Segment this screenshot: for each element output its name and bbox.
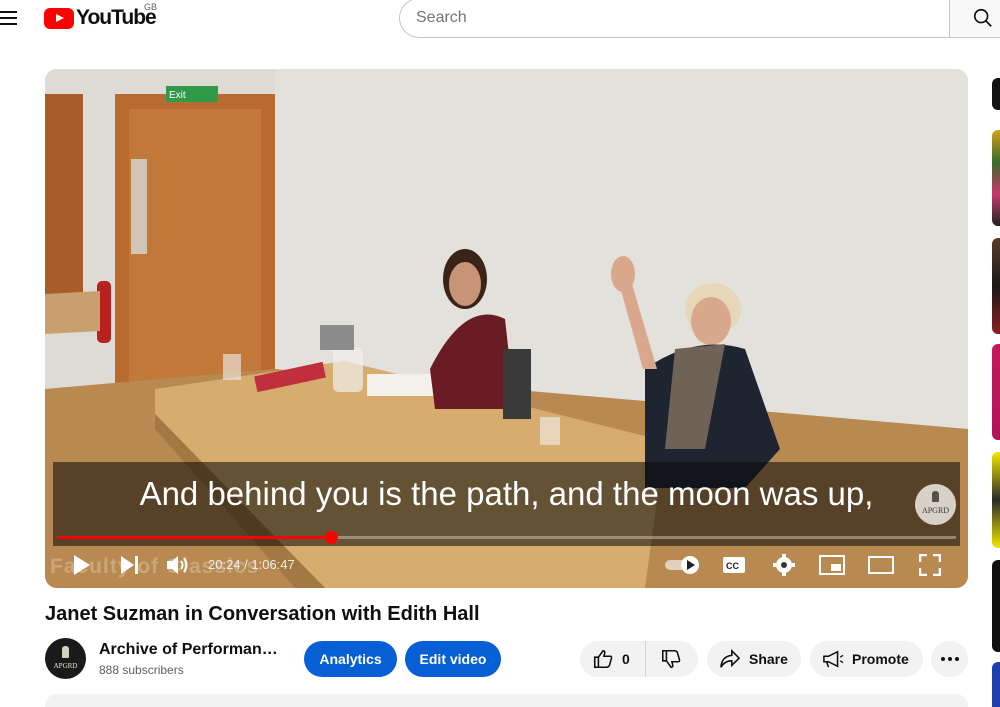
dislike-button[interactable] bbox=[646, 641, 696, 677]
recommendation-thumbnail[interactable] bbox=[992, 344, 1000, 440]
svg-text:Exit: Exit bbox=[169, 90, 186, 101]
progress-bar[interactable] bbox=[57, 531, 956, 544]
description-box[interactable] bbox=[45, 694, 968, 707]
volume-icon bbox=[167, 556, 188, 574]
youtube-logo-icon bbox=[44, 7, 74, 29]
fullscreen-icon bbox=[919, 554, 941, 576]
video-player[interactable]: Exit And behind you is the path, and the… bbox=[45, 69, 968, 588]
search-input[interactable] bbox=[399, 0, 950, 38]
like-button[interactable]: 0 bbox=[580, 641, 646, 677]
share-label: Share bbox=[749, 651, 788, 667]
player-controls: Faculty of Classics 20:24 / 1:06:47 CC bbox=[45, 547, 968, 583]
volume-button[interactable] bbox=[163, 547, 193, 583]
recommendation-thumbnail[interactable] bbox=[992, 560, 1000, 652]
like-dislike-group: 0 bbox=[580, 641, 698, 677]
caption-text: And behind you is the path, and the moon… bbox=[139, 475, 874, 512]
search-bar bbox=[399, 0, 1000, 38]
next-button[interactable] bbox=[117, 547, 143, 583]
analytics-button[interactable]: Analytics bbox=[304, 641, 397, 677]
share-icon bbox=[720, 649, 741, 668]
thumbs-down-icon bbox=[661, 649, 681, 669]
menu-icon[interactable] bbox=[0, 8, 18, 26]
thumbs-up-icon bbox=[593, 649, 613, 669]
theater-mode-icon bbox=[868, 556, 894, 574]
play-icon bbox=[74, 555, 90, 575]
promote-label: Promote bbox=[852, 651, 909, 667]
settings-button[interactable] bbox=[771, 547, 797, 583]
megaphone-icon bbox=[823, 650, 844, 668]
channel-watermark: APGRD bbox=[915, 484, 956, 525]
video-title: Janet Suzman in Conversation with Edith … bbox=[45, 603, 480, 625]
next-icon bbox=[121, 556, 138, 574]
search-button[interactable] bbox=[949, 0, 1000, 38]
subtitles-icon: CC bbox=[723, 557, 745, 573]
svg-text:CC: CC bbox=[726, 561, 739, 571]
progress-played bbox=[57, 536, 332, 539]
more-actions-button[interactable] bbox=[931, 641, 968, 677]
time-display: 20:24 / 1:06:47 bbox=[208, 557, 295, 572]
autoplay-toggle[interactable] bbox=[663, 547, 703, 583]
recommendation-thumbnail[interactable] bbox=[992, 78, 1000, 110]
search-icon bbox=[974, 8, 992, 27]
autoplay-toggle-icon bbox=[665, 556, 699, 574]
recommendation-thumbnail[interactable] bbox=[992, 238, 1000, 334]
subscriber-count: 888 subscribers bbox=[99, 663, 184, 677]
recommendation-thumbnail[interactable] bbox=[992, 662, 1000, 707]
like-count: 0 bbox=[622, 651, 630, 667]
promote-button[interactable]: Promote bbox=[810, 641, 923, 677]
share-button[interactable]: Share bbox=[707, 641, 801, 677]
edit-video-button[interactable]: Edit video bbox=[405, 641, 501, 677]
recommendation-thumbnail[interactable] bbox=[992, 452, 1000, 548]
youtube-logo[interactable]: YouTube bbox=[44, 6, 157, 30]
fullscreen-button[interactable] bbox=[917, 547, 943, 583]
play-button[interactable] bbox=[69, 547, 95, 583]
subtitles-button[interactable]: CC bbox=[721, 547, 747, 583]
theater-mode-button[interactable] bbox=[867, 547, 895, 583]
channel-avatar[interactable]: APGRD bbox=[45, 638, 86, 679]
recommendation-thumbnail[interactable] bbox=[992, 130, 1000, 226]
miniplayer-button[interactable] bbox=[818, 547, 846, 583]
settings-icon bbox=[773, 554, 795, 576]
more-horizontal-icon bbox=[940, 657, 959, 661]
channel-name[interactable]: Archive of Performances of Greek and Rom… bbox=[99, 641, 279, 659]
region-label: GB bbox=[144, 2, 158, 12]
miniplayer-icon bbox=[819, 555, 845, 575]
